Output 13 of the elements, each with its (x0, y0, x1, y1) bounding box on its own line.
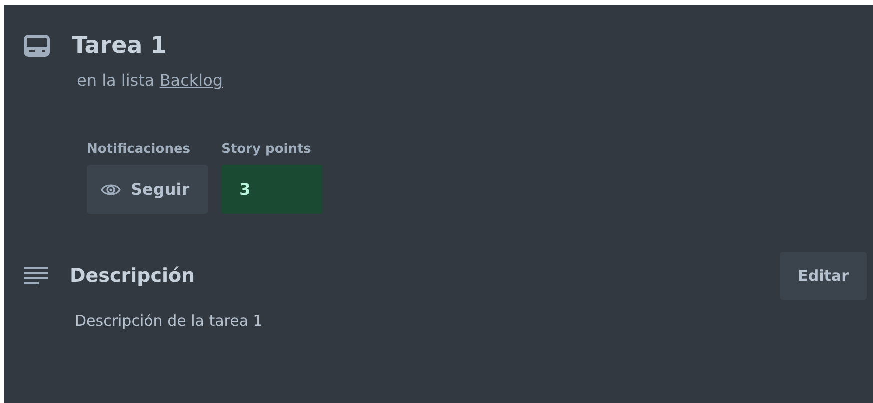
list-prefix: en la lista (77, 71, 155, 90)
story-points-value[interactable]: 3 (222, 165, 323, 214)
list-link[interactable]: Backlog (160, 71, 224, 90)
eye-icon (101, 182, 121, 196)
follow-button[interactable]: Seguir (87, 165, 208, 214)
card-icon (24, 35, 50, 57)
field-label: Notificaciones (87, 142, 192, 157)
field-label: Story points (222, 142, 312, 157)
description-icon (24, 266, 48, 286)
edit-button[interactable]: Editar (780, 252, 867, 300)
description-text: Descripción de la tarea 1 (75, 312, 264, 330)
card-title: Tarea 1 (72, 33, 167, 59)
section-heading: Descripción (70, 265, 196, 287)
